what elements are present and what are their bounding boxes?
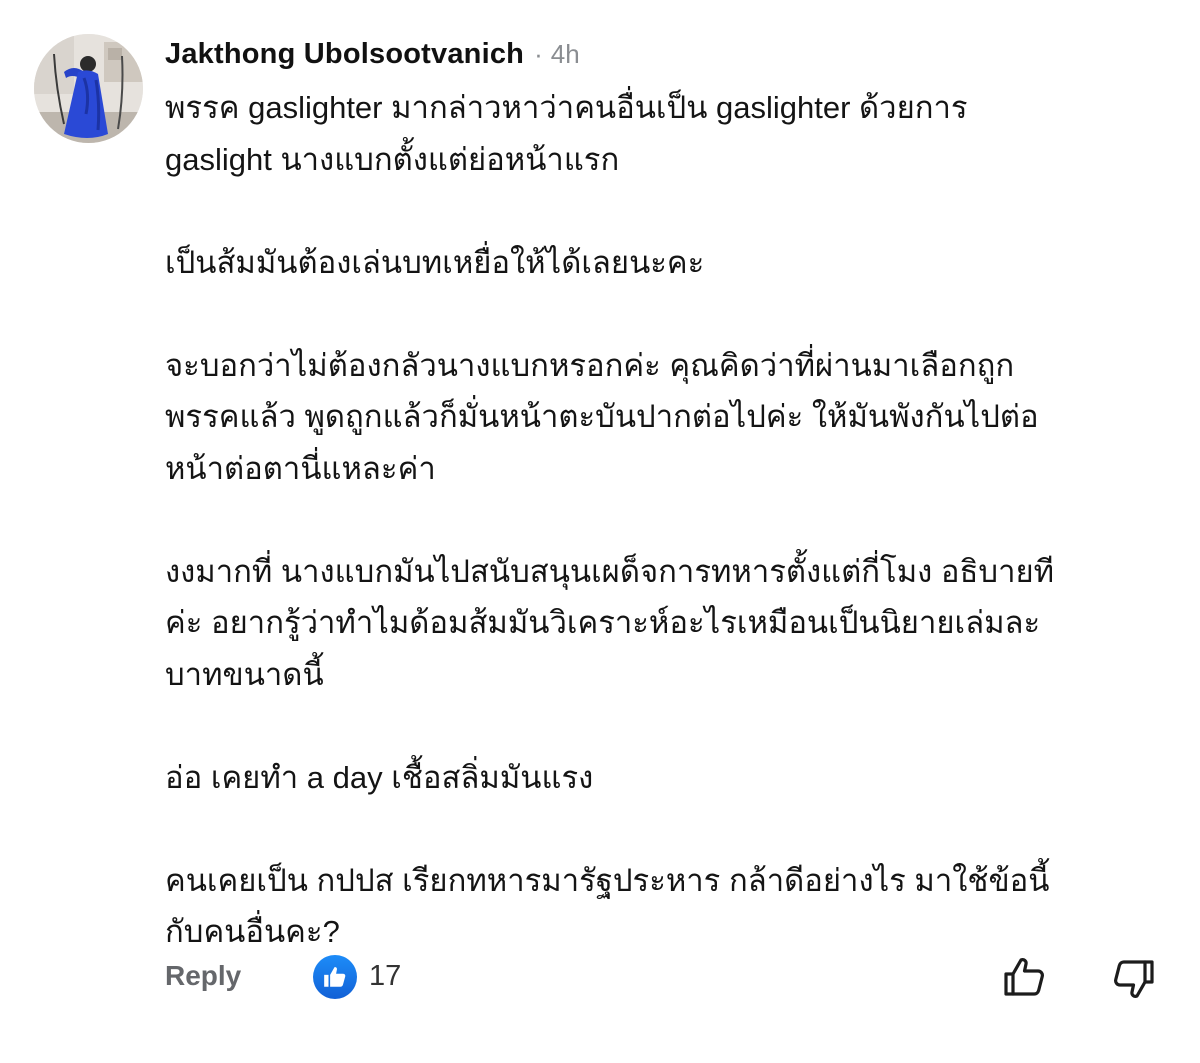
comment-header: Jakthong Ubolsootvanich · 4h <box>165 34 580 74</box>
paragraph: งงมากที่ นางแบกมันไปสนับสนุนเผด็จการทหาร… <box>165 546 1165 701</box>
paragraph: คนเคยเป็น กปปส เรียกทหารมารัฐประหาร กล้า… <box>165 855 1165 958</box>
text-line: ค่ะ อยากรู้ว่าทำไมด้อมส้มมันวิเคราะห์อะไ… <box>165 605 1041 640</box>
comment-actions: Reply 17 <box>165 950 1165 1006</box>
thumb-down-outline-icon[interactable] <box>1109 956 1157 1004</box>
like-count[interactable]: 17 <box>369 960 401 993</box>
text-line: คนเคยเป็น กปปส เรียกทหารมารัฐประหาร กล้า… <box>165 862 1050 898</box>
comment-body: พรรค gaslighter มากล่าวหาว่าคนอื่นเป็น g… <box>165 82 1165 1009</box>
text-line: งงมากที่ นางแบกมันไปสนับสนุนเผด็จการทหาร… <box>165 553 1055 589</box>
meta-separator: · <box>534 38 543 69</box>
text-line: เป็นส้มมันต้องเล่นบทเหยื่อให้ได้เลยนะคะ <box>165 244 705 280</box>
text-line: พรรค gaslighter มากล่าวหาว่าคนอื่นเป็น g… <box>165 90 968 125</box>
avatar-photo <box>34 34 143 143</box>
thumb-up-outline-icon[interactable] <box>1001 952 1049 1000</box>
paragraph: จะบอกว่าไม่ต้องกลัวนางแบกหรอกค่ะ คุณคิดว… <box>165 340 1165 495</box>
paragraph: อ่อ เคยทำ a day เชื้อสลิ่มมันแรง <box>165 752 1165 804</box>
avatar[interactable] <box>34 34 143 143</box>
like-thumb-icon <box>313 955 357 999</box>
comment-card: Jakthong Ubolsootvanich · 4h พรรค gaslig… <box>0 0 1200 1063</box>
text-line: จะบอกว่าไม่ต้องกลัวนางแบกหรอกค่ะ คุณคิดว… <box>165 347 1015 383</box>
paragraph: พรรค gaslighter มากล่าวหาว่าคนอื่นเป็น g… <box>165 82 1165 185</box>
paragraph: เป็นส้มมันต้องเล่นบทเหยื่อให้ได้เลยนะคะ <box>165 237 1165 289</box>
text-line: พรรคแล้ว พูดถูกแล้วก็มั่นหน้าตะบันปากต่อ… <box>165 399 1039 434</box>
text-line: หน้าต่อตานี่แหละค่า <box>165 450 436 486</box>
timestamp[interactable]: 4h <box>551 39 580 70</box>
author-name[interactable]: Jakthong Ubolsootvanich <box>165 38 524 71</box>
text-line: อ่อ เคยทำ a day เชื้อสลิ่มมันแรง <box>165 759 594 795</box>
reply-button[interactable]: Reply <box>165 960 241 992</box>
text-line: gaslight นางแบกตั้งแต่ย่อหน้าแรก <box>165 141 620 177</box>
text-line: บาทขนาดนี้ <box>165 656 324 692</box>
